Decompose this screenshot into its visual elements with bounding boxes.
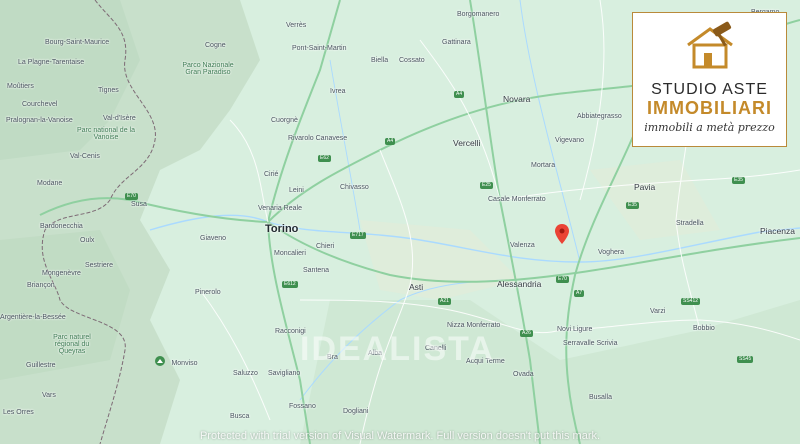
- place-label[interactable]: Guillestre: [26, 362, 56, 369]
- place-label[interactable]: Leini: [289, 187, 304, 194]
- road-shield: SS45: [737, 356, 754, 363]
- place-label[interactable]: Varzi: [650, 308, 665, 315]
- place-label[interactable]: Mongenèvre: [42, 270, 81, 277]
- place-label[interactable]: Vars: [42, 392, 56, 399]
- place-label[interactable]: Venaria Reale: [258, 205, 302, 212]
- place-label[interactable]: Cuorgnè: [271, 117, 298, 124]
- place-label[interactable]: Pralognan-la-Vanoise: [6, 117, 73, 124]
- place-label[interactable]: Pont-Saint-Martin: [292, 45, 346, 52]
- place-label[interactable]: La Plagne-Tarentaise: [18, 59, 84, 66]
- road-shield: E612: [282, 281, 298, 288]
- place-label[interactable]: Busca: [230, 413, 249, 420]
- road-shield: A26: [520, 330, 533, 337]
- place-label[interactable]: Ivrea: [330, 88, 346, 95]
- place-label[interactable]: Pinerolo: [195, 289, 221, 296]
- place-label[interactable]: Argentière-la-Bessée: [0, 314, 66, 321]
- location-pin[interactable]: [555, 224, 569, 249]
- place-label[interactable]: Modane: [37, 180, 62, 187]
- place-label[interactable]: Bourg-Saint-Maurice: [45, 39, 109, 46]
- map-canvas[interactable]: Torino Novara Vercelli Alessandria Asti Pavia…: [0, 0, 800, 444]
- logo-line1: STUDIO ASTE: [651, 81, 768, 98]
- place-label[interactable]: Val-d'Isère: [103, 115, 136, 122]
- place-label[interactable]: Fossano: [289, 403, 316, 410]
- highway-a21: [267, 221, 800, 283]
- place-label[interactable]: Vercelli: [453, 139, 480, 148]
- park-label[interactable]: Parc naturel régional du Queyras: [42, 334, 102, 355]
- ghost-watermark: IDEALISTA: [300, 330, 495, 368]
- place-label[interactable]: Les Orres: [3, 409, 34, 416]
- road-shield: E25: [480, 182, 493, 189]
- peak-label: Monviso: [171, 360, 198, 367]
- place-label[interactable]: Voghera: [598, 249, 624, 256]
- place-label[interactable]: Bobbio: [693, 325, 715, 332]
- place-label[interactable]: Novara: [503, 95, 530, 104]
- place-label[interactable]: Saluzzo: [233, 370, 258, 377]
- road-shield: A4: [454, 91, 465, 98]
- place-label[interactable]: Vigevano: [555, 137, 584, 144]
- place-label[interactable]: Valenza: [510, 242, 535, 249]
- place-label[interactable]: Cirié: [264, 171, 278, 178]
- road-shield: A4: [385, 138, 396, 145]
- place-label[interactable]: Stradella: [676, 220, 704, 227]
- place-label[interactable]: Dogliani: [343, 408, 368, 415]
- place-label[interactable]: Asti: [409, 283, 423, 292]
- place-label[interactable]: Nizza Monferrato: [447, 322, 500, 329]
- road-shield: E70: [556, 276, 569, 283]
- place-label[interactable]: Torino: [265, 224, 298, 235]
- place-label[interactable]: Savigliano: [268, 370, 300, 377]
- place-label[interactable]: Casale Monferrato: [488, 196, 546, 203]
- place-label[interactable]: Busalla: [589, 394, 612, 401]
- gavel-house-icon: [687, 21, 733, 69]
- place-label[interactable]: Alessandria: [497, 280, 541, 289]
- mountain-icon: [155, 355, 165, 366]
- place-label[interactable]: Val-Cenis: [70, 153, 100, 160]
- place-label[interactable]: Tignes: [98, 87, 119, 94]
- road-shield: E70: [125, 193, 138, 200]
- road-shield: E35: [732, 177, 745, 184]
- place-label[interactable]: Novi Ligure: [557, 326, 592, 333]
- location-pin-icon: [555, 224, 569, 244]
- place-label[interactable]: Verrès: [286, 22, 306, 29]
- place-label[interactable]: Oulx: [80, 237, 94, 244]
- place-label[interactable]: Sestriere: [85, 262, 113, 269]
- place-label[interactable]: Santena: [303, 267, 329, 274]
- place-label[interactable]: Chivasso: [340, 184, 369, 191]
- road-shield: E717: [350, 232, 366, 239]
- place-label[interactable]: Courchevel: [22, 101, 57, 108]
- place-label[interactable]: Chieri: [316, 243, 334, 250]
- road-shield: SS412: [681, 298, 701, 305]
- place-label[interactable]: Mortara: [531, 162, 555, 169]
- park-label[interactable]: Parc national de la Vanoise: [76, 127, 136, 141]
- peak-marker[interactable]: Monviso: [155, 352, 198, 370]
- logo-line2: IMMOBILIARI: [647, 98, 772, 118]
- watermark-text: Protected with trial version of Visual W…: [199, 430, 601, 442]
- road-shield: A21: [438, 298, 451, 305]
- place-label[interactable]: Ovada: [513, 371, 534, 378]
- place-label[interactable]: Gattinara: [442, 39, 471, 46]
- road-shield: E62: [318, 155, 331, 162]
- place-label[interactable]: Moûtiers: [7, 83, 34, 90]
- place-label[interactable]: Bardonecchia: [40, 223, 83, 230]
- place-label[interactable]: Briançon: [27, 282, 55, 289]
- place-label[interactable]: Biella: [371, 57, 388, 64]
- place-label[interactable]: Piacenza: [760, 227, 795, 236]
- agency-logo: STUDIO ASTE IMMOBILIARI immobili a metà …: [632, 12, 787, 147]
- highway-a4: [267, 84, 641, 223]
- place-label[interactable]: Rivarolo Canavese: [288, 135, 347, 142]
- highway-a5: [267, 0, 341, 223]
- place-label[interactable]: Cossato: [399, 57, 425, 64]
- logo-tagline: immobili a metà prezzo: [644, 121, 775, 134]
- place-label[interactable]: Borgomanero: [457, 11, 499, 18]
- place-label[interactable]: Abbiategrasso: [577, 113, 622, 120]
- road-shield: A7: [574, 290, 585, 297]
- place-label[interactable]: Cogne: [205, 42, 226, 49]
- place-label[interactable]: Serravalle Scrivia: [563, 340, 617, 347]
- place-label[interactable]: Giaveno: [200, 235, 226, 242]
- place-label[interactable]: Moncalieri: [274, 250, 306, 257]
- park-label[interactable]: Parco Nazionale Gran Paradiso: [178, 62, 238, 76]
- road-shield: E35: [626, 202, 639, 209]
- place-label[interactable]: Susa: [131, 201, 147, 208]
- place-label[interactable]: Pavia: [634, 183, 655, 192]
